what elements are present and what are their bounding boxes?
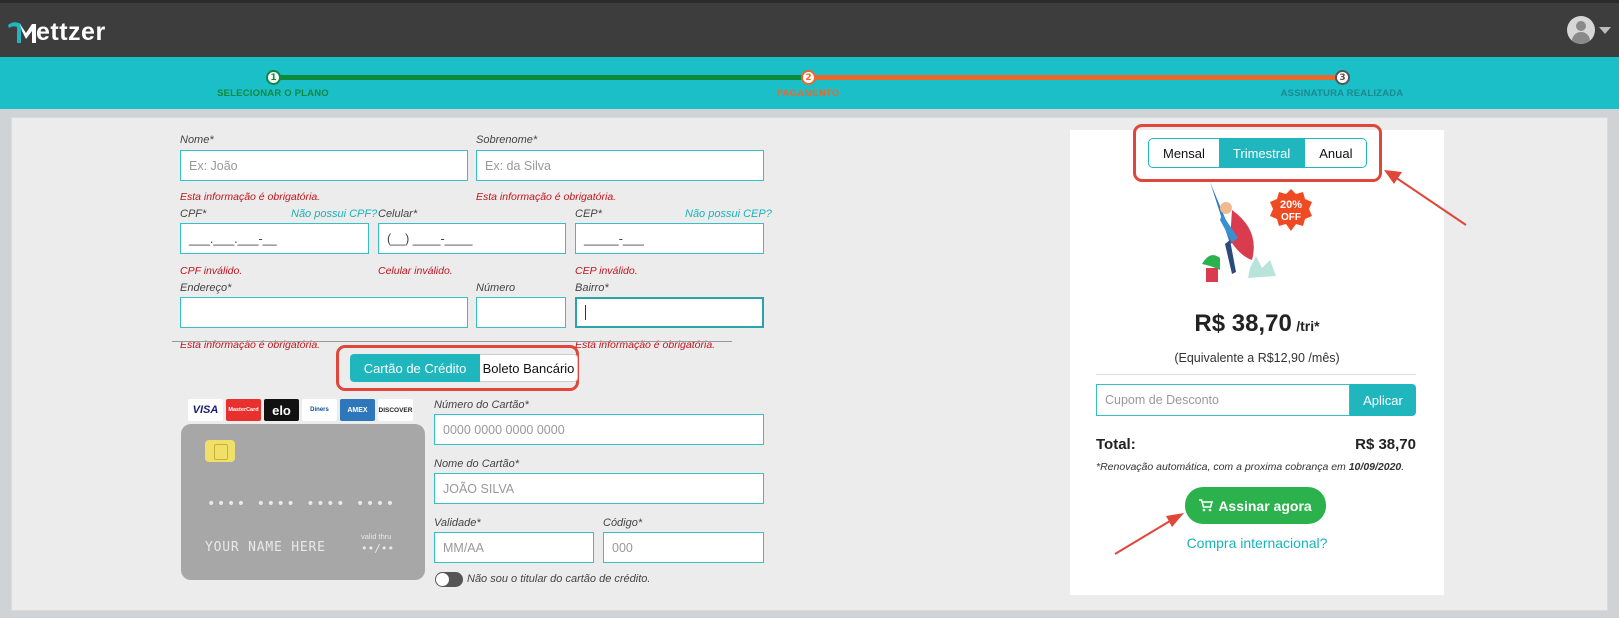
- arrow-to-plans: [1391, 174, 1467, 226]
- annotation-arrows: [1114, 170, 1467, 555]
- arrow-to-plans-head: [1384, 170, 1402, 184]
- arrow-to-subscribe-head: [1166, 513, 1184, 527]
- arrow-to-subscribe: [1114, 517, 1176, 555]
